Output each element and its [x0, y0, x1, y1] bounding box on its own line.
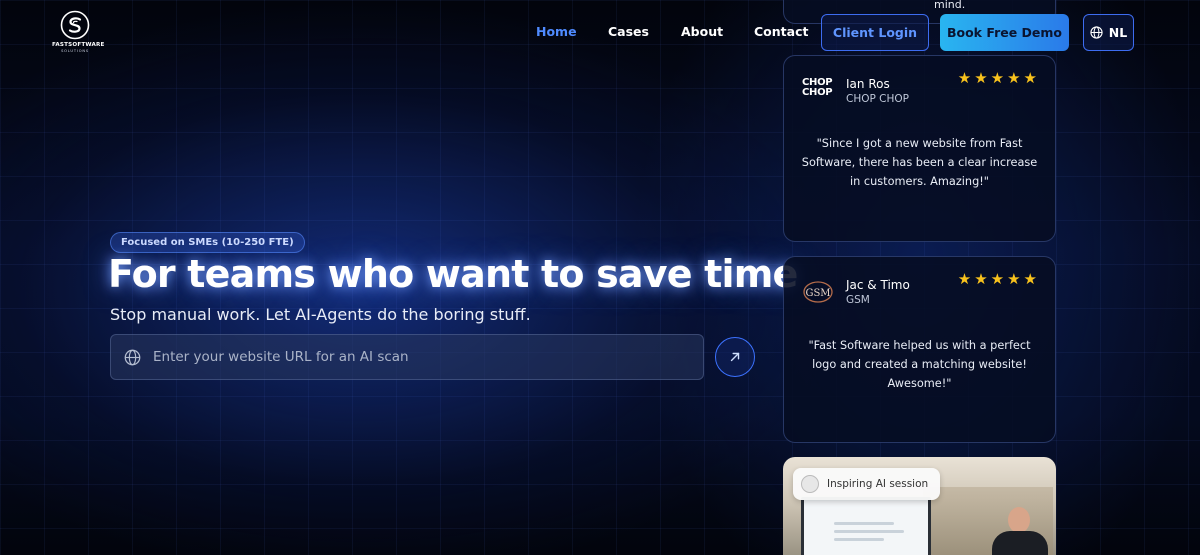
star-icon: ★ [957, 270, 972, 288]
book-demo-button[interactable]: Book Free Demo [940, 14, 1069, 51]
star-icon: ★ [1007, 270, 1021, 288]
brand-logo[interactable]: FASTSOFTWARE SOLUTIONS [52, 10, 105, 53]
language-button[interactable]: NL [1083, 14, 1134, 51]
reviewer-company: CHOP CHOP [846, 93, 909, 105]
video-label: Inspiring AI session [827, 478, 929, 490]
logo-icon [60, 10, 90, 40]
testimonial-card: GSM Jac & Timo GSM ★ ★ ★ ★ ★ "Fast Softw… [783, 256, 1056, 443]
hero-subtitle: Stop manual work. Let AI-Agents do the b… [110, 305, 531, 324]
video-label-pill: Inspiring AI session [793, 468, 941, 500]
testimonial-partial-text: mind. [934, 0, 966, 11]
nav-about[interactable]: About [681, 24, 723, 39]
arrow-up-right-icon [730, 352, 740, 362]
reviewer-name: Ian Ros [846, 77, 890, 91]
hero-title: For teams who want to save time [108, 252, 798, 296]
testimonial-quote: "Fast Software helped us with a perfect … [808, 339, 1031, 390]
star-icon: ★ [1007, 69, 1021, 87]
star-icon: ★ [990, 69, 1005, 87]
brand-name: FASTSOFTWARE [52, 42, 105, 48]
company-logo: CHOP CHOP [802, 78, 836, 104]
scan-submit-button[interactable] [715, 337, 755, 377]
star-icon: ★ [974, 69, 988, 87]
reviewer-name: Jac & Timo [846, 278, 910, 292]
company-logo: GSM [802, 279, 836, 305]
nav-contact[interactable]: Contact [754, 24, 808, 39]
brand-tagline: SOLUTIONS [61, 48, 89, 53]
star-icon: ★ [990, 270, 1005, 288]
globe-icon [1090, 26, 1103, 39]
url-scan-field [110, 334, 704, 380]
language-label: NL [1108, 25, 1128, 40]
url-input[interactable] [153, 349, 673, 365]
testimonial-card: CHOP CHOP Ian Ros CHOP CHOP ★ ★ ★ ★ ★ "Si… [783, 55, 1056, 242]
star-icon: ★ [1023, 69, 1037, 87]
star-rating: ★ ★ ★ ★ ★ [958, 272, 1037, 287]
nav-cases[interactable]: Cases [608, 24, 649, 39]
video-screen-image [801, 497, 931, 555]
testimonial-quote: "Since I got a new website from Fast Sof… [801, 137, 1038, 188]
star-icon: ★ [974, 270, 988, 288]
star-icon: ★ [1023, 270, 1037, 288]
video-thumbnail[interactable]: Inspiring AI session [783, 457, 1056, 555]
company-logo-text: GSM [805, 288, 830, 299]
reviewer-company: GSM [846, 294, 870, 306]
focus-badge: Focused on SMEs (10-250 FTE) [110, 232, 305, 253]
company-logo-text: CHOP CHOP [802, 77, 833, 98]
avatar [801, 475, 819, 493]
star-rating: ★ ★ ★ ★ ★ [958, 71, 1037, 86]
star-icon: ★ [957, 69, 972, 87]
client-login-button[interactable]: Client Login [821, 14, 929, 51]
presenter-image [988, 507, 1048, 555]
globe-icon [124, 349, 141, 365]
nav-home[interactable]: Home [536, 24, 577, 39]
gsm-logo-icon: GSM [803, 281, 833, 303]
